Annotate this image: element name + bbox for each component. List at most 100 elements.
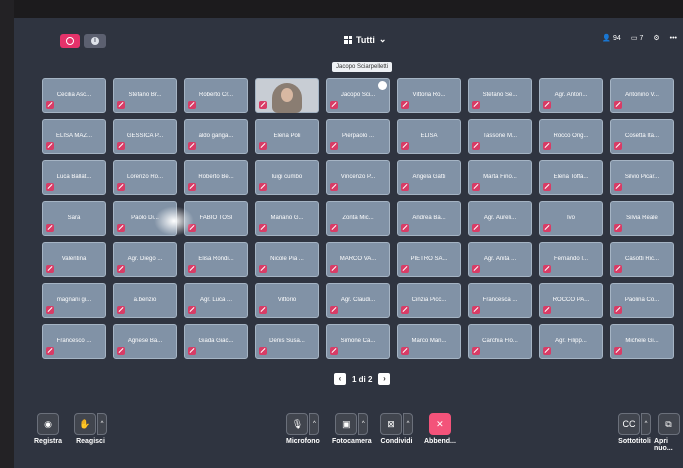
participant-tile[interactable]: Simone Ca...	[326, 324, 390, 359]
participant-tile[interactable]: Casotti Ric...	[610, 242, 674, 277]
captions-icon: CC	[618, 413, 640, 435]
leave-control[interactable]: ✕ Abbend...	[424, 413, 456, 445]
participant-tile[interactable]: Paolina Co...	[610, 283, 674, 318]
participant-tile[interactable]	[255, 78, 319, 113]
participant-tile[interactable]: Cecilia Asc...	[42, 78, 106, 113]
participant-tile[interactable]: Sara	[42, 201, 106, 236]
participant-tile[interactable]: Roberto Be...	[184, 160, 248, 195]
participant-tile[interactable]: Agnese Ba...	[113, 324, 177, 359]
captions-control[interactable]: CC ^ Sottotitoli	[618, 413, 651, 445]
participant-tile[interactable]: Marta Fino...	[468, 160, 532, 195]
mic-muted-icon	[330, 306, 338, 314]
participant-tile[interactable]: Denis Susa...	[255, 324, 319, 359]
participant-tile[interactable]: Stefano Se...	[468, 78, 532, 113]
participant-tile[interactable]: Silvio Picar...	[610, 160, 674, 195]
open-new-control[interactable]: ⧉ Apri nuo...	[654, 413, 683, 452]
participant-tile[interactable]: Francesca ...	[468, 283, 532, 318]
participant-tile[interactable]: luigi cumbo	[255, 160, 319, 195]
participant-tile[interactable]: Agr. Filipp...	[539, 324, 603, 359]
participant-tile[interactable]: Mariano G...	[255, 201, 319, 236]
participant-tile[interactable]: Antonino V...	[610, 78, 674, 113]
participant-tile[interactable]: Silvia Reale	[610, 201, 674, 236]
participant-tile[interactable]: Agr. Claudi...	[326, 283, 390, 318]
pin-icon[interactable]	[378, 81, 387, 90]
participant-tile[interactable]: Nicole Pia ...	[255, 242, 319, 277]
participant-tile[interactable]: Luca Ballat...	[42, 160, 106, 195]
chevron-up-icon[interactable]: ^	[97, 413, 107, 435]
settings-button[interactable]: ⚙	[653, 34, 659, 42]
camera-control[interactable]: ▣ ^ Fotocamera	[332, 413, 372, 445]
participant-tile[interactable]: Roberto Cr...	[184, 78, 248, 113]
participant-name: Cecilia Asc...	[56, 92, 92, 98]
microphone-control[interactable]: 🎙 ^ Microfono	[286, 413, 320, 445]
participant-tile[interactable]: Zonta Mic...	[326, 201, 390, 236]
participant-name: Antonino V...	[625, 92, 659, 98]
record-indicator-button[interactable]	[60, 34, 80, 48]
chevron-up-icon[interactable]: ^	[309, 413, 320, 435]
participant-tile[interactable]: Valentina	[42, 242, 106, 277]
participant-tile[interactable]: Pierpaolo ...	[326, 119, 390, 154]
participant-tile[interactable]: GESSICA P...	[113, 119, 177, 154]
prev-page-button[interactable]: ‹	[334, 373, 346, 385]
record-control[interactable]: ◉ Registra	[34, 413, 62, 445]
chevron-up-icon[interactable]: ^	[403, 413, 413, 435]
participant-tile[interactable]: Agr. Anton...	[539, 78, 603, 113]
mic-muted-icon	[401, 224, 409, 232]
participant-tile[interactable]: Jacopo Sci...	[326, 78, 390, 113]
mic-muted-icon	[472, 224, 480, 232]
more-button[interactable]: •••	[670, 35, 677, 42]
participant-tile[interactable]: ELISA MAZ...	[42, 119, 106, 154]
page-label: 1 di 2	[352, 374, 373, 384]
participant-tile[interactable]: Fernando I...	[539, 242, 603, 277]
participant-tile[interactable]: Tassone M...	[468, 119, 532, 154]
chevron-up-icon[interactable]: ^	[358, 413, 369, 435]
participant-tile[interactable]: Ivo	[539, 201, 603, 236]
participant-tile[interactable]: Cosetta Ita...	[610, 119, 674, 154]
participant-tile[interactable]: Carchia Flo...	[468, 324, 532, 359]
info-button[interactable]: i	[84, 34, 106, 48]
share-control[interactable]: ⊠ ^ Condividi	[380, 413, 413, 445]
mic-muted-icon	[46, 142, 54, 150]
participant-tile[interactable]: Michele Gi...	[610, 324, 674, 359]
participant-tile[interactable]: MARCO VA...	[326, 242, 390, 277]
participant-tile[interactable]: Vincenzo P...	[326, 160, 390, 195]
participant-tile[interactable]: PIETRO SA...	[397, 242, 461, 277]
participant-tile[interactable]: Andrea Ba...	[397, 201, 461, 236]
participant-tile[interactable]: Agr. Luca ...	[184, 283, 248, 318]
participant-tile[interactable]: Agr. Diego ...	[113, 242, 177, 277]
participant-tile[interactable]: aldo ganga...	[184, 119, 248, 154]
participant-tile[interactable]: Vittorio	[255, 283, 319, 318]
participant-name: Silvio Picar...	[624, 174, 660, 180]
chat-button[interactable]: ▭ 7	[631, 34, 644, 43]
view-selector[interactable]: Tutti ⌄	[344, 34, 386, 45]
participant-tile[interactable]: Agr. Aureli...	[468, 201, 532, 236]
participant-name: Vittoria Ro...	[412, 92, 446, 98]
participant-name: Francesco ...	[56, 338, 92, 344]
participant-tile[interactable]: Marco Man...	[397, 324, 461, 359]
participant-tile[interactable]: Agr. Anita ...	[468, 242, 532, 277]
participant-tile[interactable]: magnani gi...	[42, 283, 106, 318]
participant-tile[interactable]: Giada Giac...	[184, 324, 248, 359]
next-page-button[interactable]: ›	[378, 373, 391, 385]
participant-tile[interactable]: a.benzio	[113, 283, 177, 318]
participant-name: PIETRO SA...	[410, 256, 448, 262]
participant-tile[interactable]: Francesco ...	[42, 324, 106, 359]
participant-tile[interactable]: Angela Gatti	[397, 160, 461, 195]
participant-name: aldo ganga...	[198, 133, 234, 139]
participant-tile[interactable]: Elisa Rondi...	[184, 242, 248, 277]
react-control[interactable]: ✋ ^ Reagisci	[74, 413, 107, 445]
participant-tile[interactable]: ELISA	[397, 119, 461, 154]
participants-button[interactable]: 👤 94	[602, 34, 621, 43]
participant-tile[interactable]: Elena Toffa...	[539, 160, 603, 195]
participant-tile[interactable]: Lorenzo Ro...	[113, 160, 177, 195]
participant-tile[interactable]: ROCCO PA...	[539, 283, 603, 318]
participant-tile[interactable]: Stefano Br...	[113, 78, 177, 113]
participant-name: Agr. Aureli...	[483, 215, 517, 221]
participant-tile[interactable]: Elena Poli	[255, 119, 319, 154]
mic-muted-icon	[472, 347, 480, 355]
participant-name: Cinzia Picc...	[411, 297, 447, 303]
participant-tile[interactable]: Cinzia Picc...	[397, 283, 461, 318]
participant-tile[interactable]: Vittoria Ro...	[397, 78, 461, 113]
participant-tile[interactable]: Rocco Orig...	[539, 119, 603, 154]
chevron-up-icon[interactable]: ^	[641, 413, 651, 435]
